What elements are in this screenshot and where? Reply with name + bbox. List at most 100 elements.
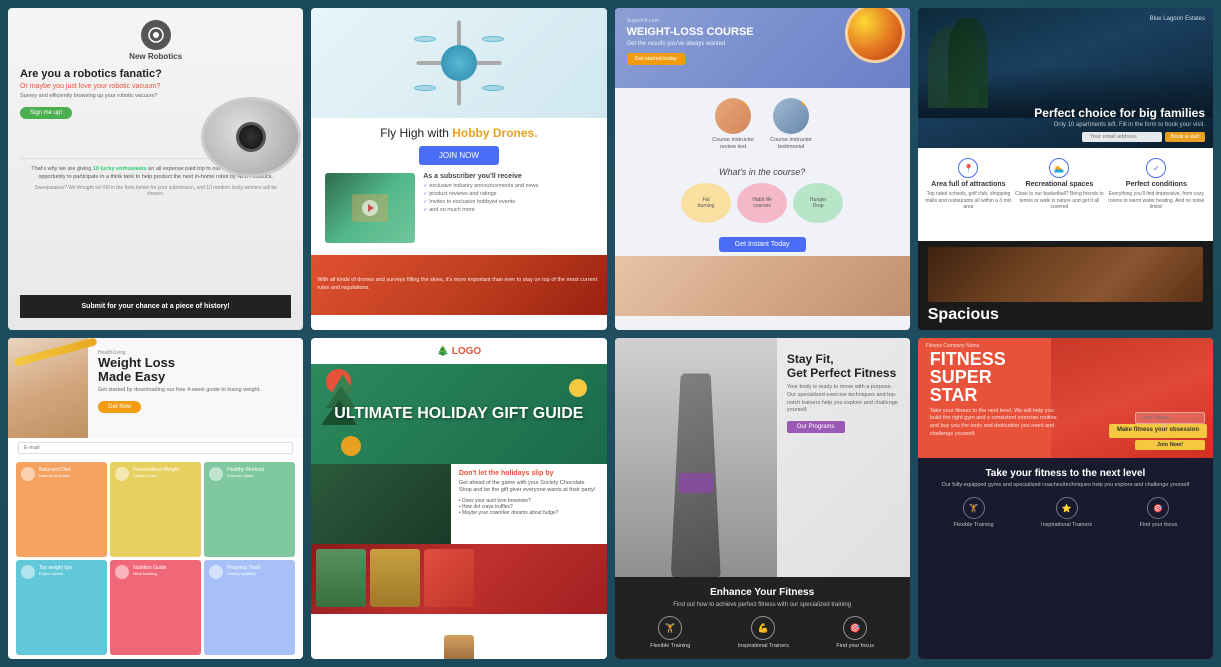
- feature-recreational: 🏊 Recreational spaces Close to our baske…: [1013, 158, 1106, 231]
- fitness-bottom: Enhance Your Fitness Find out how to ach…: [615, 577, 910, 659]
- robot-inner: [236, 122, 266, 152]
- superstar-subtitle: Take your fitness to the next level. We …: [930, 408, 1066, 439]
- logo-area: New Robotics: [129, 20, 182, 61]
- brand-name: New Robotics: [129, 52, 182, 61]
- subheadline: Or maybe you just love your robotic vacu…: [20, 83, 206, 90]
- feature-attractions: 📍 Area full of attractions Top rated sch…: [924, 158, 1013, 231]
- card-weight-loss-easy[interactable]: HealthLiving Weight LossMade Easy Get st…: [8, 338, 303, 660]
- headline-7: Stay Fit,Get Perfect Fitness: [787, 352, 900, 381]
- body-text-5: Get started by downloading our free 4-we…: [98, 387, 293, 395]
- feature-icon-4: [21, 565, 35, 579]
- feat-label-flexible: Flexible Training: [650, 643, 690, 649]
- avatar-male: ": [773, 98, 809, 134]
- feature-card-6: Progress TrackWeekly updates: [204, 560, 295, 655]
- list-item-3: Invites to exclusive hobbyist events: [423, 199, 592, 205]
- holiday-content: Don't let the holidays slip by Get ahead…: [451, 464, 607, 544]
- superstar-hero: Fitness Company Name FITNESSSUPERSTAR Ta…: [918, 338, 1213, 458]
- drone-prop-tl: [414, 36, 436, 42]
- fine-print: Sweepstakes? We thought so! Fill in the …: [28, 185, 283, 197]
- card-stay-fit[interactable]: Stay Fit,Get Perfect Fitness Your body i…: [615, 338, 910, 660]
- feat-inspirational: 💪 Inspirational Trainers: [738, 616, 789, 649]
- get-now-button[interactable]: Get Now: [98, 401, 141, 413]
- headline-5: Weight LossMade Easy: [98, 356, 293, 385]
- superstar-athlete-photo: Make fitness your obsession Join Now!: [1051, 338, 1213, 458]
- course-circle-1: Fatburning: [681, 183, 731, 223]
- join-button[interactable]: JOIN NOW: [419, 146, 499, 165]
- bottom-subtitle-7: Find out how to achieve perfect fitness …: [627, 602, 898, 608]
- feature-title-3: Perfect conditions: [1126, 181, 1187, 188]
- get-instant-button[interactable]: Get Instant Today: [719, 237, 806, 252]
- food-image: [845, 8, 905, 63]
- spacious-section: Spacious: [918, 241, 1213, 330]
- feature-conditions: ✓ Perfect conditions Everything you'll f…: [1106, 158, 1207, 231]
- woman-photo-5: [8, 338, 88, 438]
- superstar-title: FITNESSSUPERSTAR: [930, 350, 1066, 404]
- feature-icon-5: [115, 565, 129, 579]
- programs-button[interactable]: Our Programs: [787, 421, 845, 433]
- feature-text-2: Personalized WeightCustom plans: [133, 467, 179, 480]
- make-fitness-button[interactable]: Make fitness your obsession: [1109, 424, 1207, 438]
- feature-icon-recreational: 🏊: [1049, 158, 1069, 178]
- course-circle-2: Habit lifecourses: [737, 183, 787, 223]
- drone-model: [414, 36, 504, 91]
- feat-label-inspirational: Inspirational Trainers: [738, 643, 789, 649]
- feature-desc-1: Top rated schools, golf club, shopping m…: [924, 191, 1013, 211]
- search-bar: Book a visit: [1082, 132, 1205, 142]
- card-holiday-gift[interactable]: 🎄 LOGO ULTIMATE HOLIDAY GIFT GUIDE Don't…: [311, 338, 606, 660]
- feature-icon-3: [209, 467, 223, 481]
- bf-focus: 🎯 Find your focus: [1140, 497, 1178, 528]
- card-hobby-drones[interactable]: Fly High with Hobby Drones. JOIN NOW As …: [311, 8, 606, 330]
- card-new-robotics[interactable]: New Robotics Are you a robotics fanatic?…: [8, 8, 303, 330]
- email-row: [8, 438, 303, 458]
- feature-grid: Balanced DietNatural meal plan Personali…: [8, 458, 303, 660]
- feature-text-6: Progress TrackWeekly updates: [227, 565, 261, 578]
- drone-prop-tr: [482, 36, 504, 42]
- instructor-desc: Course instructorreview text: [712, 137, 754, 151]
- drone-center: [441, 45, 477, 81]
- headline: Are you a robotics fanatic?: [20, 67, 206, 81]
- email-input-5[interactable]: [18, 442, 293, 454]
- subscriber-benefits: As a subscriber you'll receive exclusive…: [423, 173, 592, 243]
- ornament-2: [569, 379, 587, 397]
- holiday-logo: 🎄 LOGO: [437, 346, 482, 357]
- template-grid: New Robotics Are you a robotics fanatic?…: [0, 0, 1221, 667]
- bottom-title-7: Enhance Your Fitness: [627, 587, 898, 598]
- estate-hero-title: Perfect choice for big families: [1034, 106, 1205, 120]
- tape-measure: [13, 338, 97, 367]
- bf-icon-inspirational: ⭐: [1056, 497, 1078, 519]
- card-fitness-superstar[interactable]: Fitness Company Name FITNESSSUPERSTAR Ta…: [918, 338, 1213, 660]
- card-weight-loss-course[interactable]: SuperFit.com WEIGHT-LOSS COURSE Get the …: [615, 8, 910, 330]
- spacious-image: [928, 247, 1203, 302]
- course-hero-banner: SuperFit.com WEIGHT-LOSS COURSE Get the …: [615, 8, 910, 88]
- bf-label-focus: Find your focus: [1140, 522, 1178, 528]
- drone-hero: [311, 8, 606, 118]
- instructor-desc-2: Course instructortestimonial: [770, 137, 812, 151]
- feature-icon-1: [21, 467, 35, 481]
- course-cta[interactable]: Get started today: [627, 53, 685, 65]
- feature-icon-2: [115, 467, 129, 481]
- list-item-2: product reviews and ratings: [423, 191, 592, 197]
- bf-label-inspirational: Inspirational Trainers: [1041, 522, 1092, 528]
- robot-image: [201, 97, 301, 177]
- email-search-input[interactable]: [1082, 132, 1162, 142]
- signup-button[interactable]: Sign me up!: [20, 107, 72, 119]
- holiday-food-image: [311, 464, 451, 544]
- estate-label: Blue Lagoon Estates: [1150, 16, 1205, 22]
- feature-card-3: Healthy WorkoutExercise plans: [204, 462, 295, 557]
- weight-loss-hero: HealthLiving Weight LossMade Easy Get st…: [8, 338, 303, 438]
- feature-desc-2: Close to our basketball? Bring friends t…: [1013, 191, 1106, 211]
- instructor-female: " Course instructorreview text: [712, 98, 754, 151]
- join-button-8[interactable]: Join Now!: [1135, 440, 1205, 450]
- instructor-male: " Course instructortestimonial: [770, 98, 812, 151]
- quote-badge-2: ": [801, 98, 809, 106]
- course-circles: Fatburning Habit lifecourses HungerDrop: [615, 183, 910, 229]
- card-blue-lagoon[interactable]: Blue Lagoon Estates Perfect choice for b…: [918, 8, 1213, 330]
- book-visit-button[interactable]: Book a visit: [1165, 132, 1205, 142]
- feature-icon-6: [209, 565, 223, 579]
- feat-label-focus: Find your focus: [836, 643, 874, 649]
- avatar-female: ": [715, 98, 751, 134]
- fitness-hero: Stay Fit,Get Perfect Fitness Your body i…: [615, 338, 910, 578]
- bf-icon-flexible: 🏋: [963, 497, 985, 519]
- food-inner: [848, 8, 902, 60]
- feature-icon-conditions: ✓: [1146, 158, 1166, 178]
